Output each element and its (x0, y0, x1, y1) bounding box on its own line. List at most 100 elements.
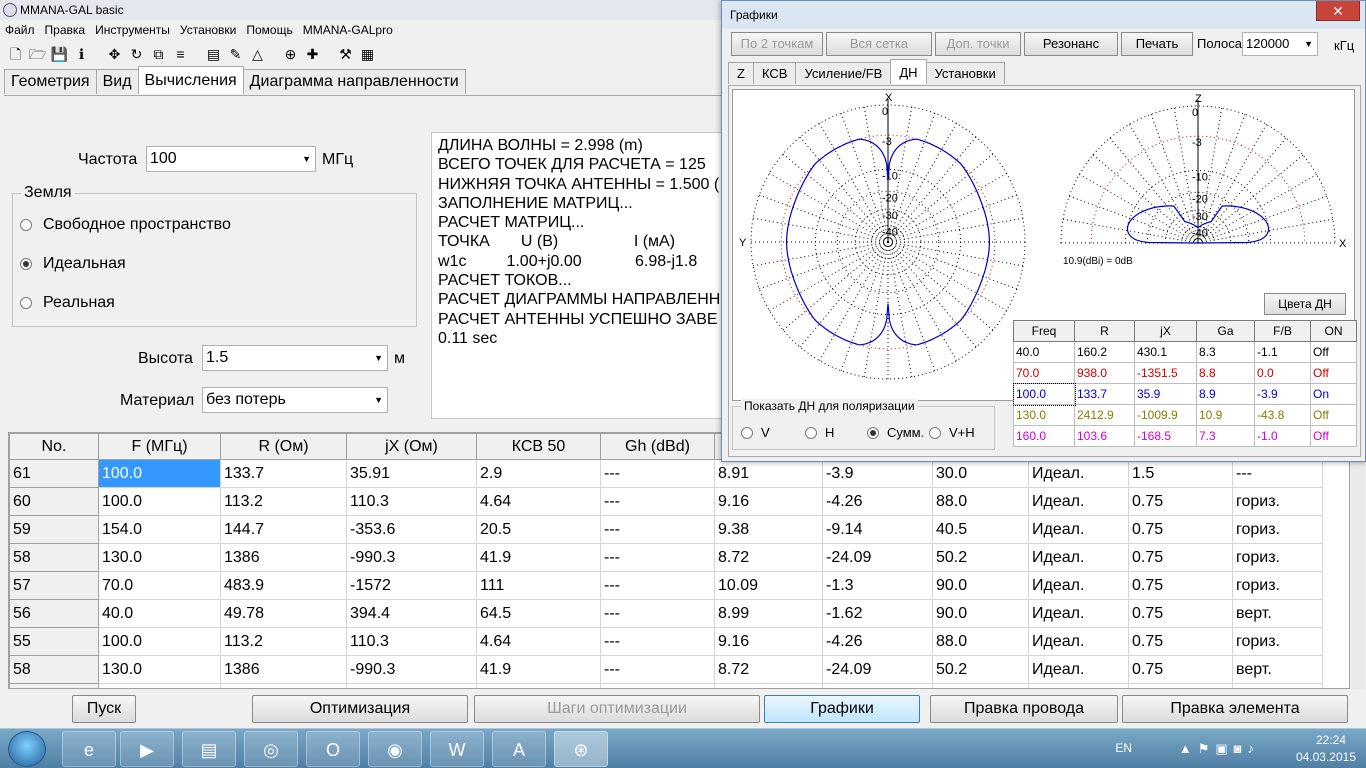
table-cell[interactable]: --- (600, 543, 715, 572)
table-cell[interactable]: 0.75 (1128, 627, 1233, 656)
firefox-icon[interactable]: ◉ (368, 731, 422, 767)
graphs-tab-0[interactable]: Z (728, 62, 754, 84)
table-cell[interactable]: 10.09 (714, 571, 823, 600)
table-cell[interactable]: --- (600, 599, 715, 628)
freq-cell[interactable]: 35.9 (1134, 383, 1197, 405)
calculator-icon[interactable]: ▦ (358, 44, 377, 64)
file-manager-icon[interactable]: ▤ (182, 731, 236, 767)
table-cell[interactable]: 0.75 (1128, 571, 1233, 600)
polarization-option-2[interactable]: Сумм. (867, 425, 924, 440)
table-cell[interactable]: гориз. (1232, 627, 1323, 656)
table-cell[interactable]: 100.0 (98, 627, 221, 656)
freq-cell[interactable]: Off (1310, 404, 1357, 426)
table-cell[interactable]: -353.6 (346, 515, 477, 544)
table-cell[interactable]: 49.78 (220, 599, 347, 628)
table-cell[interactable]: верт. (1232, 655, 1323, 684)
freq-combo[interactable]: 100 ▼ (146, 146, 316, 172)
table-cell[interactable] (1028, 683, 1129, 688)
table-cell[interactable]: -990.3 (346, 543, 477, 572)
freq-cell[interactable]: Off (1310, 341, 1357, 363)
freq-cell[interactable]: -168.5 (1134, 425, 1197, 447)
graphs-tab-4[interactable]: Установки (925, 62, 1005, 84)
extra-points-button[interactable]: Доп. точки (935, 32, 1021, 56)
table-cell[interactable]: --- (600, 571, 715, 600)
table-cell[interactable]: 55 (9, 627, 99, 656)
wires-icon[interactable]: ≡ (171, 44, 190, 64)
two-points-button[interactable]: По 2 точкам (731, 32, 823, 56)
table-cell[interactable]: 0.75 (1128, 655, 1233, 684)
table-cell[interactable]: 130.0 (98, 543, 221, 572)
table-cell[interactable]: -1.3 (822, 571, 933, 600)
tab-1[interactable]: Вид (95, 69, 139, 94)
column-header[interactable]: Gh (dBd) (600, 433, 715, 460)
table-row[interactable] (9, 683, 1323, 688)
table-cell[interactable]: 9.16 (714, 627, 823, 656)
column-header[interactable]: КСВ 50 (476, 433, 601, 460)
column-header[interactable]: No. (9, 433, 99, 460)
table-cell[interactable]: 1386 (220, 655, 347, 684)
table-cell[interactable]: -4.26 (822, 487, 933, 516)
table-cell[interactable]: 30.0 (932, 459, 1029, 488)
freq-cell[interactable]: 10.9 (1196, 404, 1255, 426)
results-grid[interactable]: No. F (МГц) R (Ом) jX (Ом) КСВ 50 Gh (dBd) 61… (8, 432, 1350, 689)
menu-item-4[interactable]: Помощь (241, 21, 297, 39)
freq-cell[interactable]: 133.7 (1074, 383, 1135, 405)
table-cell[interactable]: -1572 (346, 571, 477, 600)
table-cell[interactable]: --- (600, 655, 715, 684)
table-cell[interactable]: 90.0 (932, 571, 1029, 600)
table-cell[interactable]: 110.3 (346, 627, 477, 656)
table-row[interactable]: 58 130.0 1386 -990.3 41.9 --- 8.72 -24.09 50.2 Ид… (9, 655, 1323, 684)
menu-item-5[interactable]: MMANA-GALpro (298, 21, 398, 39)
table-cell[interactable]: 41.9 (476, 543, 601, 572)
rotate-icon[interactable]: ↻ (127, 44, 146, 64)
table-cell[interactable]: Идеал. (1028, 515, 1129, 544)
optimization-button[interactable]: Оптимизация (252, 695, 468, 723)
freq-cell[interactable]: 160.2 (1074, 341, 1135, 363)
edit-element-button[interactable]: Правка элемента (1122, 695, 1348, 723)
table-cell[interactable] (98, 683, 221, 688)
tab-0[interactable]: Геометрия (4, 69, 97, 94)
table-cell[interactable]: 64.5 (476, 599, 601, 628)
move-icon[interactable]: ✥ (105, 44, 124, 64)
table-cell[interactable]: 58 (9, 655, 99, 684)
table-cell[interactable]: 2.9 (476, 459, 601, 488)
table-cell[interactable]: гориз. (1232, 571, 1323, 600)
table-cell[interactable]: --- (1232, 459, 1323, 488)
height-combo[interactable]: 1.5 ▼ (202, 345, 388, 371)
freq-cell[interactable]: -1009.9 (1134, 404, 1197, 426)
freq-cell[interactable]: 70.0 (1013, 362, 1075, 384)
start-calc-button[interactable]: Пуск (72, 695, 136, 723)
graphs-tab-1[interactable]: КСВ (752, 62, 797, 84)
word-icon[interactable]: W (430, 731, 484, 767)
table-row[interactable]: 56 40.0 49.78 394.4 64.5 --- 8.99 -1.62 90.0 Идеа… (9, 599, 1323, 628)
freq-cell[interactable]: Off (1310, 425, 1357, 447)
table-cell[interactable] (822, 683, 933, 688)
table-cell[interactable]: 483.9 (220, 571, 347, 600)
radio-button[interactable] (20, 219, 32, 231)
table-cell[interactable]: 40.0 (98, 599, 221, 628)
freq-cell[interactable]: 40.0 (1013, 341, 1075, 363)
column-header[interactable]: R (Ом) (220, 433, 347, 460)
tab-3[interactable]: Диаграмма направленности (242, 69, 466, 94)
table-cell[interactable] (714, 683, 823, 688)
table-cell[interactable]: --- (600, 487, 715, 516)
table-cell[interactable]: 56 (9, 599, 99, 628)
table-cell[interactable] (9, 683, 99, 688)
freq-cell[interactable]: 8.3 (1196, 341, 1255, 363)
freq-row[interactable]: 130.0 2412.9 -1009.9 10.9 -43.8 Off (1013, 404, 1357, 426)
print-button[interactable]: Печать (1121, 32, 1193, 56)
optimization-steps-button[interactable]: Шаги оптимизации (474, 695, 760, 723)
freq-row[interactable]: 40.0 160.2 430.1 8.3 -1.1 Off (1013, 341, 1357, 363)
freq-cell[interactable]: 7.3 (1196, 425, 1255, 447)
table-cell[interactable]: 20.5 (476, 515, 601, 544)
table-cell[interactable]: 113.2 (220, 627, 347, 656)
table-cell[interactable]: 100.0 (98, 459, 221, 488)
clock-time[interactable]: 22:24 (1316, 733, 1346, 747)
freq-cell[interactable]: 2412.9 (1074, 404, 1135, 426)
mmana-gal-icon[interactable]: ⊛ (554, 731, 608, 767)
freq-cell[interactable]: -1351.5 (1134, 362, 1197, 384)
freq-cell[interactable]: Off (1310, 362, 1357, 384)
target-icon[interactable]: ⊕ (281, 44, 300, 64)
radio-button[interactable] (929, 426, 941, 439)
polarization-option-3[interactable]: V+H (929, 425, 975, 440)
